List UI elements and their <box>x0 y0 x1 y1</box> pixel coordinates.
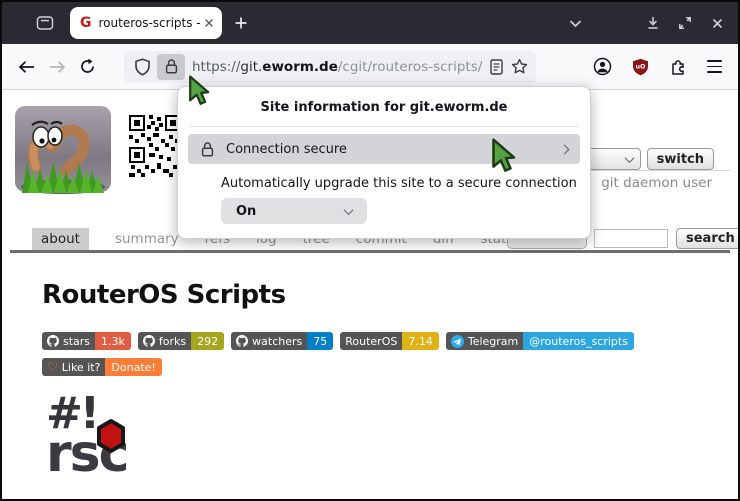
minimize-window-icon[interactable] <box>640 10 666 36</box>
heart-icon: ♡ <box>47 361 58 373</box>
ublock-origin-icon[interactable]: uO <box>632 58 649 76</box>
close-tab-icon[interactable] <box>204 18 214 28</box>
badge-row: stars 1.3k forks 292 watchers 75 RouterO… <box>42 332 634 350</box>
badge-value: 292 <box>191 332 224 350</box>
mouse-cursor <box>491 138 516 177</box>
mouse-cursor <box>188 75 210 110</box>
donate-badge[interactable]: ♡ Like it? Donate! <box>42 358 162 376</box>
badge-value: 75 <box>307 332 333 350</box>
svg-text:uO: uO <box>636 62 647 70</box>
forks-badge[interactable]: forks 292 <box>138 332 224 350</box>
badge-value: @routeros_scripts <box>523 332 634 350</box>
connection-secure-label: Connection secure <box>226 142 347 157</box>
reader-mode-icon[interactable] <box>490 59 503 75</box>
badge-label: RouterOS <box>345 335 397 348</box>
tracking-protection-shield-icon[interactable] <box>134 58 151 76</box>
telegram-badge[interactable]: Telegram @routeros_scripts <box>446 332 634 350</box>
git-daemon-user-text: git daemon user <box>601 175 712 191</box>
qr-code <box>129 115 181 181</box>
url-protocol: https:// <box>192 59 240 75</box>
badge-label: Like it? <box>62 361 101 374</box>
chevron-down-icon <box>344 205 354 215</box>
browser-tab[interactable]: G routeros-scripts - RouterOS <box>70 7 222 39</box>
url-domain: eworm.de <box>262 59 338 75</box>
list-all-tabs-icon[interactable] <box>562 10 588 36</box>
popup-title: Site information for git.eworm.de <box>178 100 590 115</box>
https-upgrade-select[interactable]: On <box>221 198 367 224</box>
account-icon[interactable] <box>593 57 612 76</box>
tab-about[interactable]: about <box>32 228 89 250</box>
site-information-popup: Site information for git.eworm.de Connec… <box>177 86 591 239</box>
cgit-favicon-icon: G <box>80 15 92 31</box>
watchers-badge[interactable]: watchers 75 <box>231 332 333 350</box>
github-icon <box>143 335 155 347</box>
search-button[interactable]: search <box>676 228 740 249</box>
navigation-toolbar: https://git.eworm.de/cgit/routeros-scrip… <box>2 44 738 90</box>
github-icon <box>236 335 248 347</box>
github-icon <box>47 335 59 347</box>
maximize-window-icon[interactable] <box>672 10 698 36</box>
lock-icon <box>200 141 215 158</box>
logo-hexagon-icon <box>94 418 128 458</box>
https-upgrade-value: On <box>236 204 256 219</box>
back-icon[interactable] <box>12 52 42 82</box>
badge-label: forks <box>159 335 186 348</box>
tab-bar: G routeros-scripts - RouterOS <box>2 2 738 44</box>
menu-hamburger-icon[interactable] <box>707 60 722 72</box>
extensions-puzzle-icon[interactable] <box>669 58 687 76</box>
chevron-right-icon <box>560 144 570 154</box>
badge-label: watchers <box>252 335 302 348</box>
routeros-scripts-logo: #! rsc <box>46 396 156 476</box>
telegram-icon <box>451 335 464 348</box>
forward-icon[interactable] <box>42 52 72 82</box>
stars-badge[interactable]: stars 1.3k <box>42 332 131 350</box>
url-bar[interactable]: https://git.eworm.de/cgit/routeros-scrip… <box>124 51 536 83</box>
reload-icon[interactable] <box>72 52 102 82</box>
badge-value: Donate! <box>105 358 161 376</box>
popup-divider <box>190 126 578 127</box>
eworm-logo <box>14 105 112 201</box>
close-window-icon[interactable] <box>704 10 730 36</box>
tab-summary[interactable]: summary <box>115 231 179 247</box>
badge-label: Telegram <box>468 335 518 348</box>
url-text: https://git.eworm.de/cgit/routeros-scrip… <box>192 59 482 75</box>
https-upgrade-label: Automatically upgrade this site to a sec… <box>221 176 590 191</box>
badge-label: stars <box>63 335 90 348</box>
page-title: RouterOS Scripts <box>42 280 286 310</box>
routeros-badge[interactable]: RouterOS 7.14 <box>340 332 439 350</box>
badge-value: 7.14 <box>402 332 439 350</box>
url-path: /cgit/routeros-scripts/ab <box>338 59 482 75</box>
browser-window: G routeros-scripts - RouterOS <box>0 0 740 501</box>
firefox-view-icon[interactable] <box>36 15 54 31</box>
tabstrip-border <box>10 250 730 253</box>
switch-button[interactable]: switch <box>647 148 714 170</box>
bookmark-star-icon[interactable] <box>511 58 528 75</box>
url-subdomain: git. <box>240 59 262 75</box>
badge-value: 1.3k <box>95 332 131 350</box>
tab-title: routeros-scripts - RouterOS <box>99 16 203 30</box>
donate-badge-row: ♡ Like it? Donate! <box>42 358 162 376</box>
site-info-lock-icon[interactable] <box>157 54 185 80</box>
search-input[interactable] <box>594 229 668 248</box>
connection-secure-row[interactable]: Connection secure <box>188 134 580 164</box>
new-tab-button[interactable] <box>234 16 248 30</box>
